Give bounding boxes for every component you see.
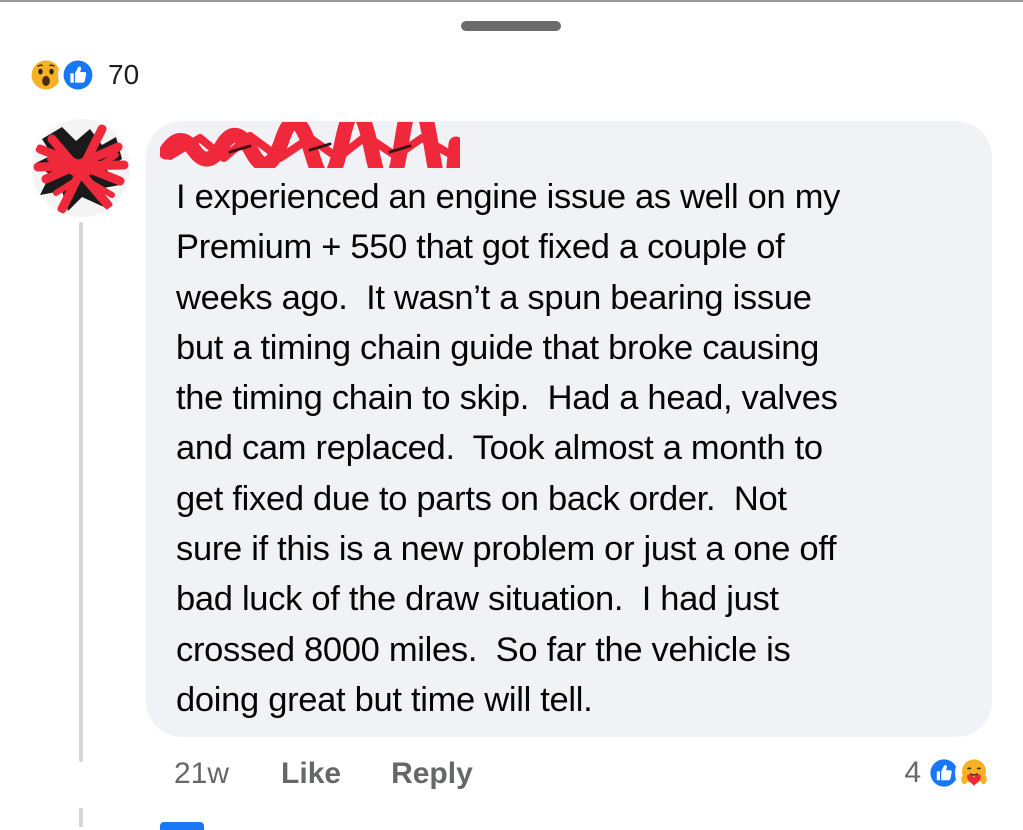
comment-line: Premium + 550 that got fixed a couple of xyxy=(176,228,785,267)
commenter-avatar[interactable] xyxy=(32,119,130,217)
comment-actions: 21w Like Reply xyxy=(174,752,473,796)
comment-line: and cam replaced. Took almost a month to xyxy=(176,429,823,468)
like-reaction-icon xyxy=(58,55,98,95)
drag-handle-icon[interactable] xyxy=(461,21,561,31)
care-reaction-icon xyxy=(955,754,993,792)
comment-timestamp[interactable]: 21w xyxy=(174,757,229,791)
next-item-peek xyxy=(160,822,204,830)
reply-button[interactable]: Reply xyxy=(391,757,473,791)
thread-line xyxy=(79,222,83,762)
comment-line: get fixed due to parts on back order. No… xyxy=(176,479,787,518)
top-border xyxy=(0,0,1023,2)
post-reaction-summary[interactable]: 70 xyxy=(26,55,139,95)
post-reaction-count: 70 xyxy=(108,59,140,90)
comment-line: weeks ago. It wasn’t a spun bearing issu… xyxy=(176,278,812,317)
comment-line: I experienced an engine issue as well on… xyxy=(176,178,841,216)
comment-line: the timing chain to skip. Had a head, va… xyxy=(176,379,838,418)
comment-line: crossed 8000 miles. So far the vehicle i… xyxy=(176,630,791,669)
comment-reaction-count: 4 xyxy=(904,756,921,789)
author-name-redacted[interactable] xyxy=(160,122,460,168)
comment-line: sure if this is a new problem or just a … xyxy=(176,530,837,569)
comment-text: I experienced an engine issue as well on… xyxy=(176,172,976,725)
thread-line-continuation xyxy=(79,808,83,827)
comment-line: doing great but time will tell. xyxy=(176,680,593,719)
like-button[interactable]: Like xyxy=(281,757,341,791)
comment-reaction-summary[interactable]: 4 xyxy=(904,753,993,793)
comment-line: bad luck of the draw situation. I had ju… xyxy=(176,580,779,619)
comment-line: but a timing chain guide that broke caus… xyxy=(176,328,820,367)
